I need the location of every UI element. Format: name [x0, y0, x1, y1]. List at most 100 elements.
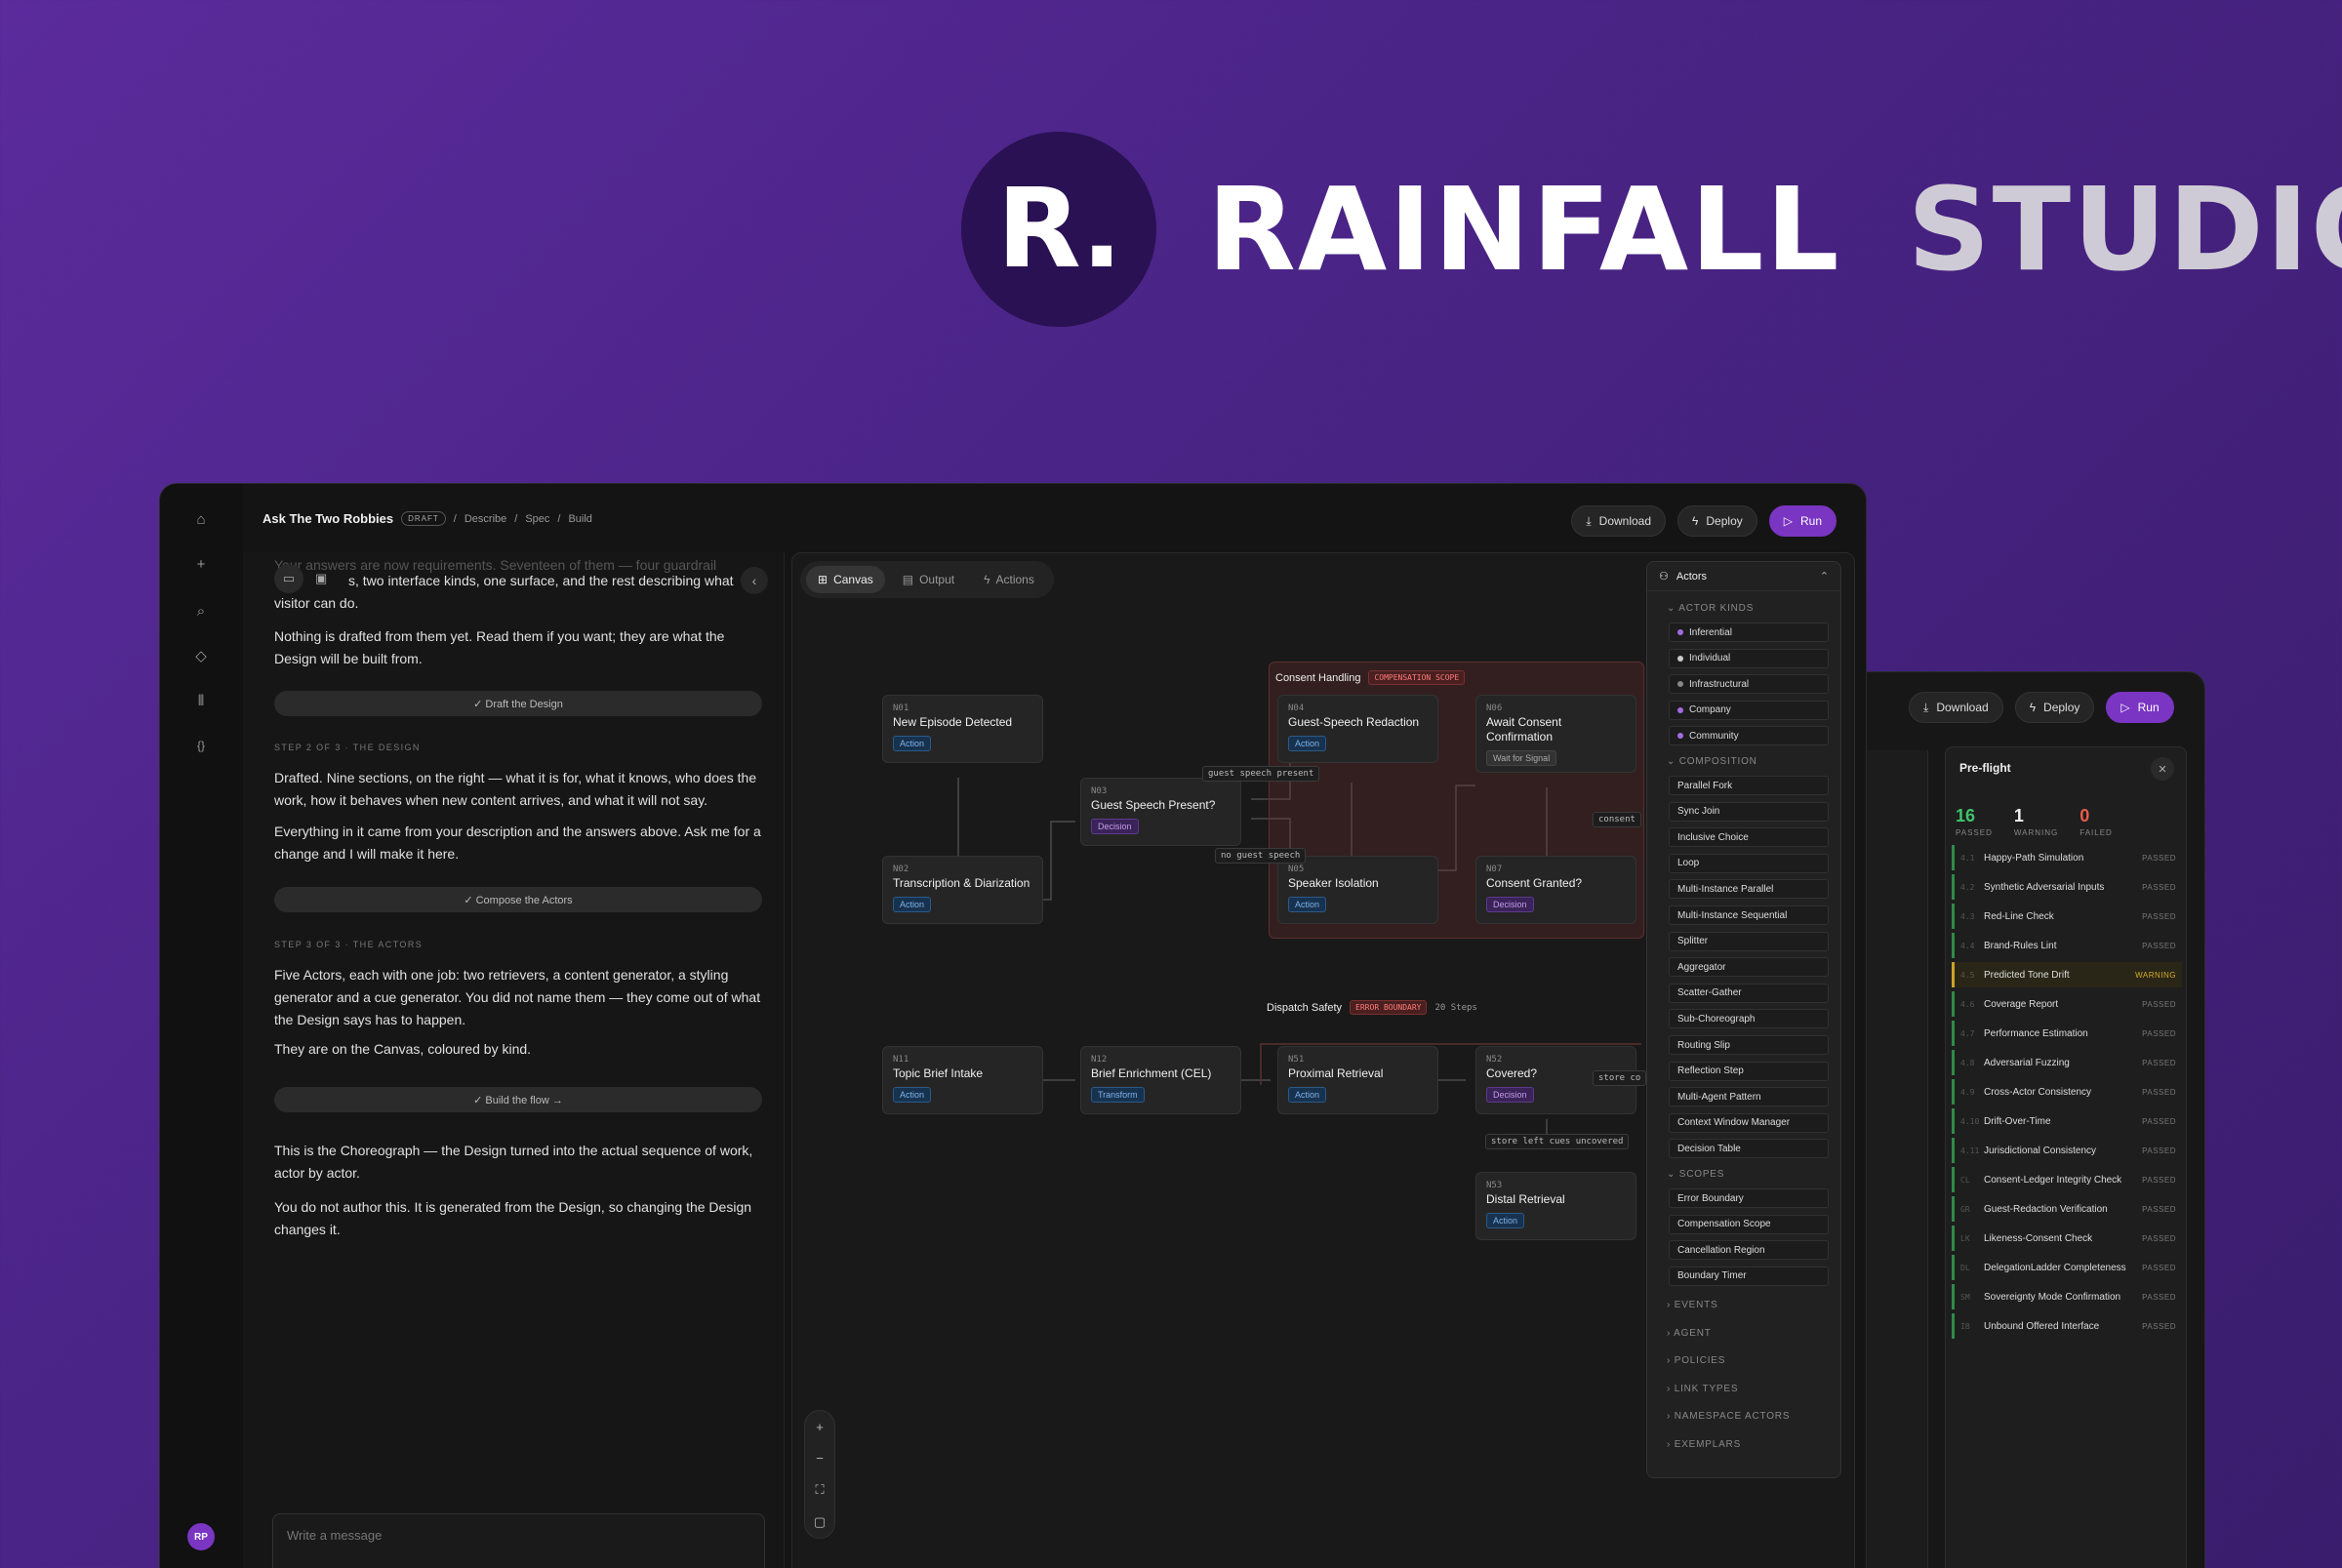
palette-item[interactable]: Scatter-Gather — [1669, 983, 1829, 1003]
home-icon[interactable]: ⌂ — [189, 507, 213, 531]
collapse-chat-icon[interactable]: ‹ — [741, 567, 768, 594]
preflight-check-row[interactable]: 4.9 Cross-Actor Consistency PASSED — [1952, 1079, 2182, 1105]
flow-node[interactable]: N05 Speaker Isolation Action — [1277, 856, 1438, 924]
preflight-check-row[interactable]: IB Unbound Offered Interface PASSED — [1952, 1313, 2182, 1339]
palette-collapsed-section[interactable]: › EXEMPLARS — [1667, 1439, 1741, 1450]
flow-node[interactable]: N51 Proximal Retrieval Action — [1277, 1046, 1438, 1114]
avatar[interactable]: RP — [187, 1523, 215, 1550]
preflight-check-row[interactable]: 4.7 Performance Estimation PASSED — [1952, 1021, 2182, 1046]
flow-node[interactable]: N01 New Episode Detected Action — [882, 695, 1043, 763]
back-run-button[interactable]: ▷ Run — [2106, 692, 2174, 723]
zoom-out-icon[interactable]: − — [816, 1451, 824, 1466]
close-icon[interactable]: ✕ — [2151, 757, 2174, 781]
preflight-check-row[interactable]: 4.8 Adversarial Fuzzing PASSED — [1952, 1050, 2182, 1075]
palette-item[interactable]: Inclusive Choice — [1669, 827, 1829, 848]
palette-item[interactable]: Multi-Instance Sequential — [1669, 905, 1829, 925]
palette-item[interactable]: Routing Slip — [1669, 1035, 1829, 1055]
palette-item[interactable]: Decision Table — [1669, 1139, 1829, 1159]
palette-item[interactable]: Sync Join — [1669, 801, 1829, 822]
palette-item[interactable]: Sub-Choreograph — [1669, 1009, 1829, 1029]
chevron-up-icon[interactable]: ⌃ — [1820, 570, 1829, 583]
flow-node[interactable]: N12 Brief Enrichment (CEL) Transform — [1080, 1046, 1241, 1114]
palette-item[interactable]: Multi-Agent Pattern — [1669, 1087, 1829, 1107]
preflight-check-row[interactable]: 4.3 Red-Line Check PASSED — [1952, 904, 2182, 929]
palette-item[interactable]: Company — [1669, 700, 1829, 720]
palette-item[interactable]: Error Boundary — [1669, 1188, 1829, 1208]
preflight-check-row[interactable]: SM Sovereignty Mode Confirmation PASSED — [1952, 1284, 2182, 1309]
palette-item[interactable]: Reflection Step — [1669, 1061, 1829, 1081]
palette-item[interactable]: Cancellation Region — [1669, 1240, 1829, 1261]
palette-section-label[interactable]: ⌄ SCOPES — [1667, 1169, 1724, 1180]
code-icon[interactable]: {} — [189, 734, 213, 757]
palette-item[interactable]: Individual — [1669, 648, 1829, 668]
palette-item[interactable]: Multi-Instance Parallel — [1669, 879, 1829, 900]
flow-node[interactable]: N07 Consent Granted? Decision — [1475, 856, 1636, 924]
library-icon[interactable]: ⫴ — [189, 689, 213, 712]
lock-icon[interactable]: ▢ — [814, 1514, 826, 1530]
palette-collapsed-section[interactable]: › EVENTS — [1667, 1300, 1718, 1310]
preflight-check-row[interactable]: 4.10 Drift-Over-Time PASSED — [1952, 1108, 2182, 1134]
palette-item[interactable]: Aggregator — [1669, 957, 1829, 978]
compose-actors-button[interactable]: ✓ Compose the Actors — [274, 887, 762, 912]
flow-node[interactable]: N06 Await Consent Confirmation Wait for Si… — [1475, 695, 1636, 773]
message-composer[interactable]: Write a message + ↑ — [272, 1513, 765, 1568]
crumb-build[interactable]: Build — [568, 513, 591, 525]
message-input[interactable]: Write a message — [287, 1528, 382, 1543]
check-status: PASSED — [2142, 882, 2176, 892]
image-icon[interactable]: ▣ — [315, 571, 327, 586]
zoom-controls: + − ⛶ ▢ — [804, 1410, 835, 1539]
preflight-check-row[interactable]: LK Likeness-Consent Check PASSED — [1952, 1226, 2182, 1251]
flow-canvas[interactable]: ⊞ Canvas ▤ Output ϟ Actions Consent Hand… — [791, 552, 1855, 1568]
palette-item[interactable]: Community — [1669, 726, 1829, 746]
palette-collapsed-section[interactable]: › AGENT — [1667, 1328, 1712, 1339]
preflight-check-row[interactable]: 4.4 Brand-Rules Lint PASSED — [1952, 933, 2182, 958]
build-flow-button[interactable]: ✓ Build the flow → — [274, 1087, 762, 1112]
flow-node[interactable]: N02 Transcription & Diarization Action — [882, 856, 1043, 924]
search-icon[interactable]: ⌕ — [189, 599, 213, 623]
layers-icon[interactable]: ◇ — [189, 644, 213, 667]
crumb-spec[interactable]: Spec — [525, 513, 549, 525]
palette-section-label[interactable]: ⌄ ACTOR KINDS — [1667, 603, 1754, 614]
preflight-check-row[interactable]: 4.6 Coverage Report PASSED — [1952, 991, 2182, 1017]
palette-item[interactable]: Infrastructural — [1669, 674, 1829, 695]
back-deploy-button[interactable]: ϟ Deploy — [2014, 692, 2095, 723]
flow-node[interactable]: N53 Distal Retrieval Action — [1475, 1172, 1636, 1240]
palette-section-label[interactable]: ⌄ COMPOSITION — [1667, 756, 1757, 767]
edge-label: no guest speech — [1215, 848, 1307, 864]
chat-bubble-icon[interactable]: ▭ — [274, 564, 303, 593]
crumb-describe[interactable]: Describe — [464, 513, 506, 525]
palette-item[interactable]: Loop — [1669, 853, 1829, 873]
deploy-button[interactable]: ϟ Deploy — [1677, 505, 1757, 537]
draft-design-button[interactable]: ✓ Draft the Design — [274, 691, 762, 716]
palette-collapsed-section[interactable]: › LINK TYPES — [1667, 1384, 1738, 1394]
back-download-button[interactable]: ⤓ Download — [1909, 692, 2003, 723]
palette-item[interactable]: Compensation Scope — [1669, 1214, 1829, 1234]
preflight-check-row[interactable]: 4.2 Synthetic Adversarial Inputs PASSED — [1952, 874, 2182, 900]
download-button[interactable]: ⤓ Download — [1571, 505, 1667, 537]
zoom-in-icon[interactable]: + — [816, 1420, 824, 1434]
flow-node[interactable]: N04 Guest-Speech Redaction Action — [1277, 695, 1438, 763]
flow-node[interactable]: N11 Topic Brief Intake Action — [882, 1046, 1043, 1114]
preflight-check-row[interactable]: DL DelegationLadder Completeness PASSED — [1952, 1255, 2182, 1280]
palette-collapsed-section[interactable]: › NAMESPACE ACTORS — [1667, 1411, 1790, 1422]
actors-header[interactable]: ⚇ Actors ⌃ — [1647, 562, 1840, 591]
preflight-check-row[interactable]: CL Consent-Ledger Integrity Check PASSED — [1952, 1167, 2182, 1192]
palette-item[interactable]: Boundary Timer — [1669, 1266, 1829, 1286]
run-button[interactable]: ▷ Run — [1768, 505, 1837, 537]
chat-line-b: s, two interface kinds, one surface, and… — [348, 573, 734, 588]
fit-view-icon[interactable]: ⛶ — [815, 1482, 824, 1498]
palette-item[interactable]: Splitter — [1669, 931, 1829, 951]
preflight-check-row[interactable]: GR Guest-Redaction Verification PASSED — [1952, 1196, 2182, 1222]
palette-item[interactable]: Inferential — [1669, 623, 1829, 642]
preflight-check-row[interactable]: 4.1 Happy-Path Simulation PASSED — [1952, 845, 2182, 870]
check-status: PASSED — [2142, 1292, 2176, 1302]
plus-icon[interactable]: + — [189, 552, 213, 576]
palette-collapsed-section[interactable]: › POLICIES — [1667, 1355, 1725, 1366]
palette-item[interactable]: Context Window Manager — [1669, 1112, 1829, 1133]
palette-item[interactable]: Parallel Fork — [1669, 776, 1829, 795]
check-status: PASSED — [2142, 941, 2176, 950]
check-id: 4.1 — [1960, 853, 1975, 863]
preflight-check-row[interactable]: 4.11 Jurisdictional Consistency PASSED — [1952, 1138, 2182, 1163]
preflight-check-row[interactable]: 4.5 Predicted Tone Drift WARNING — [1952, 962, 2182, 987]
flow-node[interactable]: N03 Guest Speech Present? Decision — [1080, 778, 1241, 846]
